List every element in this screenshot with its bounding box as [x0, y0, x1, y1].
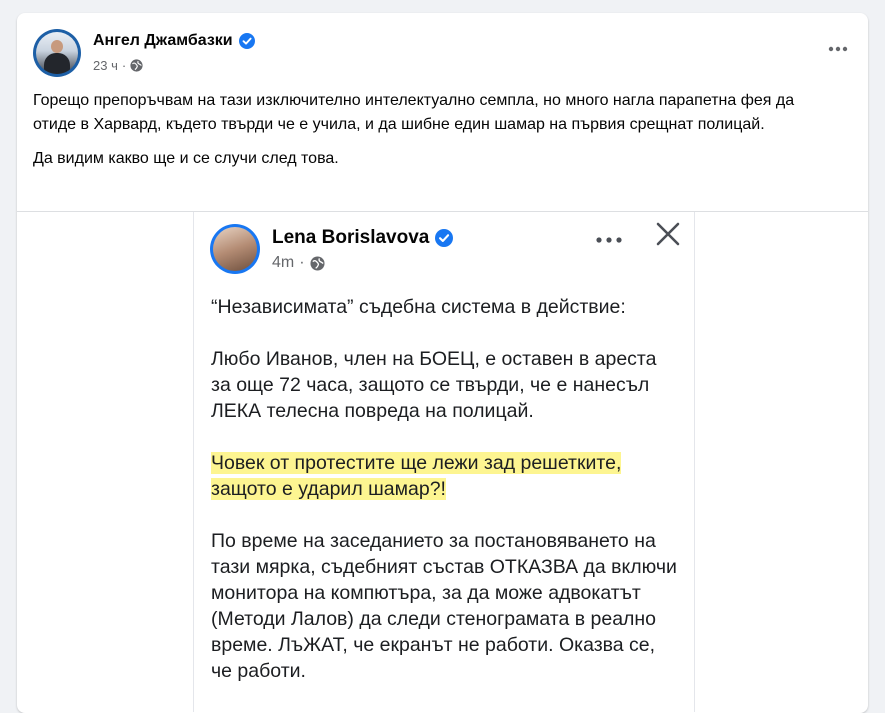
post-text: Горещо препоръчвам на тази изключително … [33, 89, 833, 181]
embedded-paragraph: По време на заседанието за постановяване… [211, 530, 677, 682]
meta-separator: · [299, 254, 305, 271]
more-horizontal-icon [596, 237, 622, 243]
post-paragraph: Да видим какво ще и се случи след това. [33, 150, 339, 167]
post-image[interactable]: Lena Borislavova 4m · “Независимата” съд… [193, 212, 695, 712]
author-avatar[interactable] [33, 29, 81, 77]
highlighted-text: Човек от протестите ще лежи зад решеткит… [211, 452, 622, 474]
globe-icon [130, 58, 143, 72]
post-options-button[interactable] [820, 31, 856, 67]
embedded-post-time: 4m [272, 254, 295, 271]
author-photo-body [44, 53, 70, 74]
embedded-author-name: Lena Borislavova [272, 227, 430, 248]
post-card: Ангел Джамбазки 23 ч · Горещо препоръчва… [17, 13, 868, 713]
post-time[interactable]: 23 ч [93, 58, 118, 73]
author-row: Ангел Джамбазки [93, 30, 255, 52]
post-meta: 23 ч · [93, 56, 143, 74]
author-photo [36, 32, 78, 74]
embedded-paragraph: “Независимата” съдебна система в действи… [211, 296, 626, 318]
highlighted-text: защото е ударил шамар?! [211, 478, 446, 500]
author-name[interactable]: Ангел Джамбазки [93, 32, 233, 50]
embedded-post-text: “Независимата” съдебна система в действи… [211, 294, 681, 710]
meta-separator: · [121, 57, 127, 73]
post-paragraph: Горещо препоръчвам на тази изключително … [33, 92, 795, 133]
embedded-post-meta: 4m · [272, 252, 325, 274]
more-horizontal-icon [828, 46, 848, 52]
verified-badge-icon [238, 33, 255, 49]
verified-badge-icon [435, 229, 454, 247]
embedded-author-avatar [210, 224, 260, 274]
embedded-paragraph: Любо Иванов, член на БОЕЦ, е оставен в а… [211, 348, 657, 422]
globe-icon [310, 255, 325, 271]
embedded-highlighted-paragraph: Човек от протестите ще лежи зад решеткит… [211, 450, 681, 502]
author-photo-head [51, 40, 63, 53]
embedded-author-photo [213, 227, 257, 271]
close-icon [656, 222, 680, 246]
embedded-author-row: Lena Borislavova [272, 225, 454, 251]
